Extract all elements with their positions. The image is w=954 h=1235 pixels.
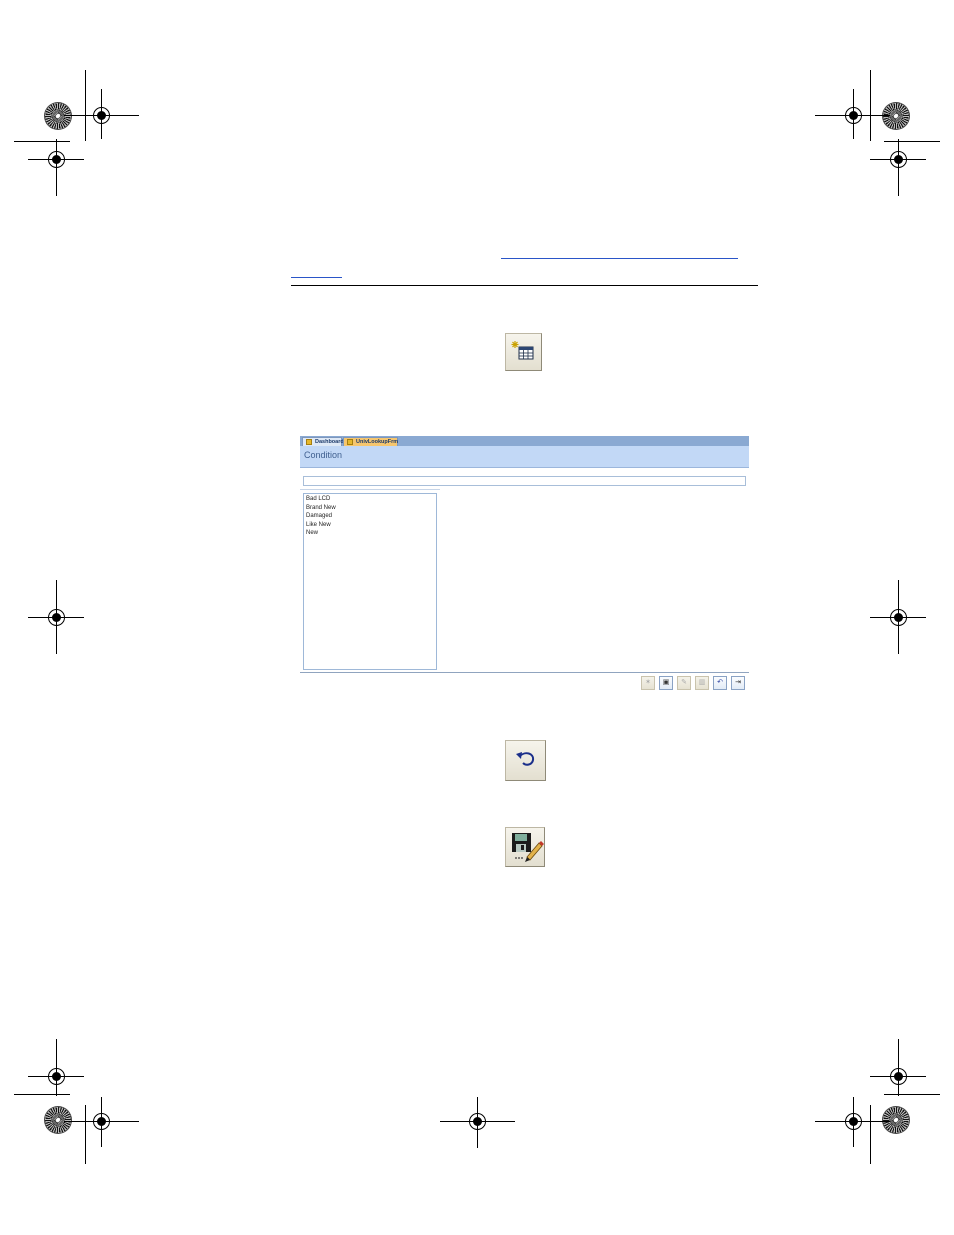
save-small-button[interactable]: ▣ (659, 676, 673, 690)
list-item[interactable]: Brand New (306, 504, 434, 513)
tab-dashboard[interactable]: Dashboard (302, 437, 344, 446)
save-edit-button[interactable] (505, 827, 545, 867)
list-item[interactable]: Bad LCD (306, 495, 434, 504)
delete-small-button[interactable]: ▥ (695, 676, 709, 690)
tab-univlookupfrm-label: UnivLookupFrm (356, 439, 399, 445)
form-header: Condition (300, 446, 749, 468)
condition-input[interactable] (303, 476, 746, 486)
hyperlink-line-2[interactable] (291, 277, 342, 278)
new-record-small-button[interactable]: ✶ (641, 676, 655, 690)
new-record-button[interactable] (505, 333, 542, 371)
undo-button[interactable] (505, 740, 546, 781)
divider (300, 489, 440, 490)
tab-univlookupfrm[interactable]: UnivLookupFrm (343, 437, 398, 446)
form-footer-line (300, 672, 749, 673)
list-item[interactable]: New (306, 529, 434, 538)
save-edit-icon (512, 833, 544, 862)
undo-icon (516, 752, 535, 766)
form-icon (347, 439, 353, 445)
registration-burst-bottom-left (45, 1107, 71, 1133)
new-record-icon (511, 341, 534, 360)
edit-small-button[interactable]: ✎ (677, 676, 691, 690)
exit-small-button[interactable]: ⇥ (731, 676, 745, 690)
registration-burst-top-right (883, 103, 909, 129)
condition-listbox[interactable]: Bad LCD Brand New Damaged Like New New (303, 493, 437, 670)
document-tab-strip: Dashboard UnivLookupFrm (300, 436, 749, 446)
form-title: Condition (304, 450, 343, 460)
hyperlink-line-1[interactable] (501, 258, 738, 259)
form-icon (306, 439, 312, 445)
tab-dashboard-label: Dashboard (315, 439, 344, 445)
list-item[interactable]: Like New (306, 521, 434, 530)
undo-small-button[interactable]: ↶ (713, 676, 727, 690)
registration-burst-top-left (45, 103, 71, 129)
registration-burst-bottom-right (883, 1107, 909, 1133)
list-item[interactable]: Damaged (306, 512, 434, 521)
section-rule (291, 285, 758, 286)
form-screenshot: Dashboard UnivLookupFrm Condition Bad LC… (300, 436, 749, 692)
